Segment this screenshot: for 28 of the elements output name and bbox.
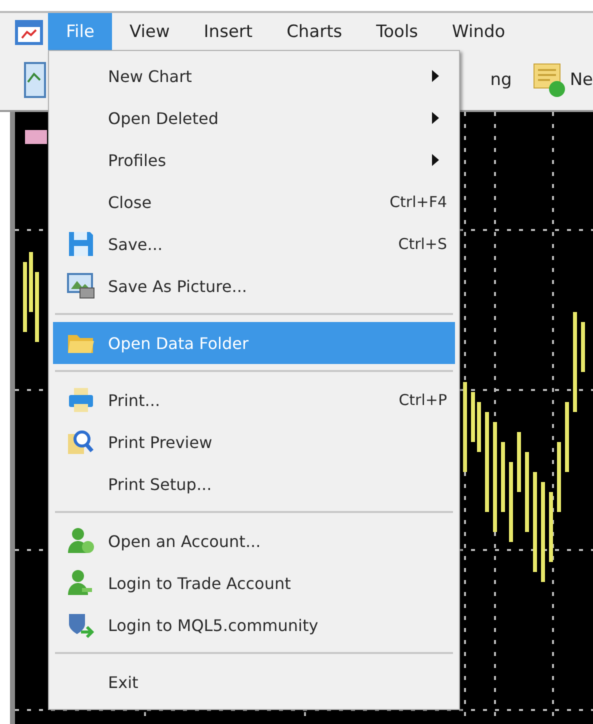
image-icon [66,272,96,300]
menu-item[interactable]: New Chart [53,55,455,97]
menu-bar-item[interactable]: Windo [435,13,522,50]
menu-item[interactable]: Login to MQL5.community [53,604,455,646]
menu-item[interactable]: Profiles [53,139,455,181]
chart-icon[interactable] [24,62,46,98]
menu-bar-item[interactable]: Charts [270,13,360,50]
toolbar-label[interactable]: Ne [570,70,593,90]
menu-item[interactable]: Print Setup... [53,463,455,505]
menu-item[interactable]: Exit [53,661,455,703]
magnifier-icon [66,428,94,456]
menu-bar-item[interactable]: Insert [186,13,270,50]
menu-bar-item[interactable]: View [112,13,187,50]
person-login-icon [66,569,94,597]
menu-item[interactable]: Open Deleted [53,97,455,139]
menu-item[interactable]: Save... Ctrl+S [53,223,455,265]
toolbar-label[interactable]: ng [490,70,512,90]
shield-arrow-icon [66,611,94,639]
new-order-icon[interactable] [532,62,566,98]
printer-icon [66,386,94,414]
person-add-icon [66,527,94,555]
menu-item[interactable]: Print Preview [53,421,455,463]
menu-item[interactable]: Save As Picture... [53,265,455,307]
menu-item[interactable]: Close Ctrl+F4 [53,181,455,223]
menu-bar-item[interactable]: Tools [359,13,436,50]
menu-item[interactable]: Print... Ctrl+P [53,379,455,421]
menu-item[interactable]: Login to Trade Account [53,562,455,604]
menu-item[interactable]: Open an Account... [53,520,455,562]
